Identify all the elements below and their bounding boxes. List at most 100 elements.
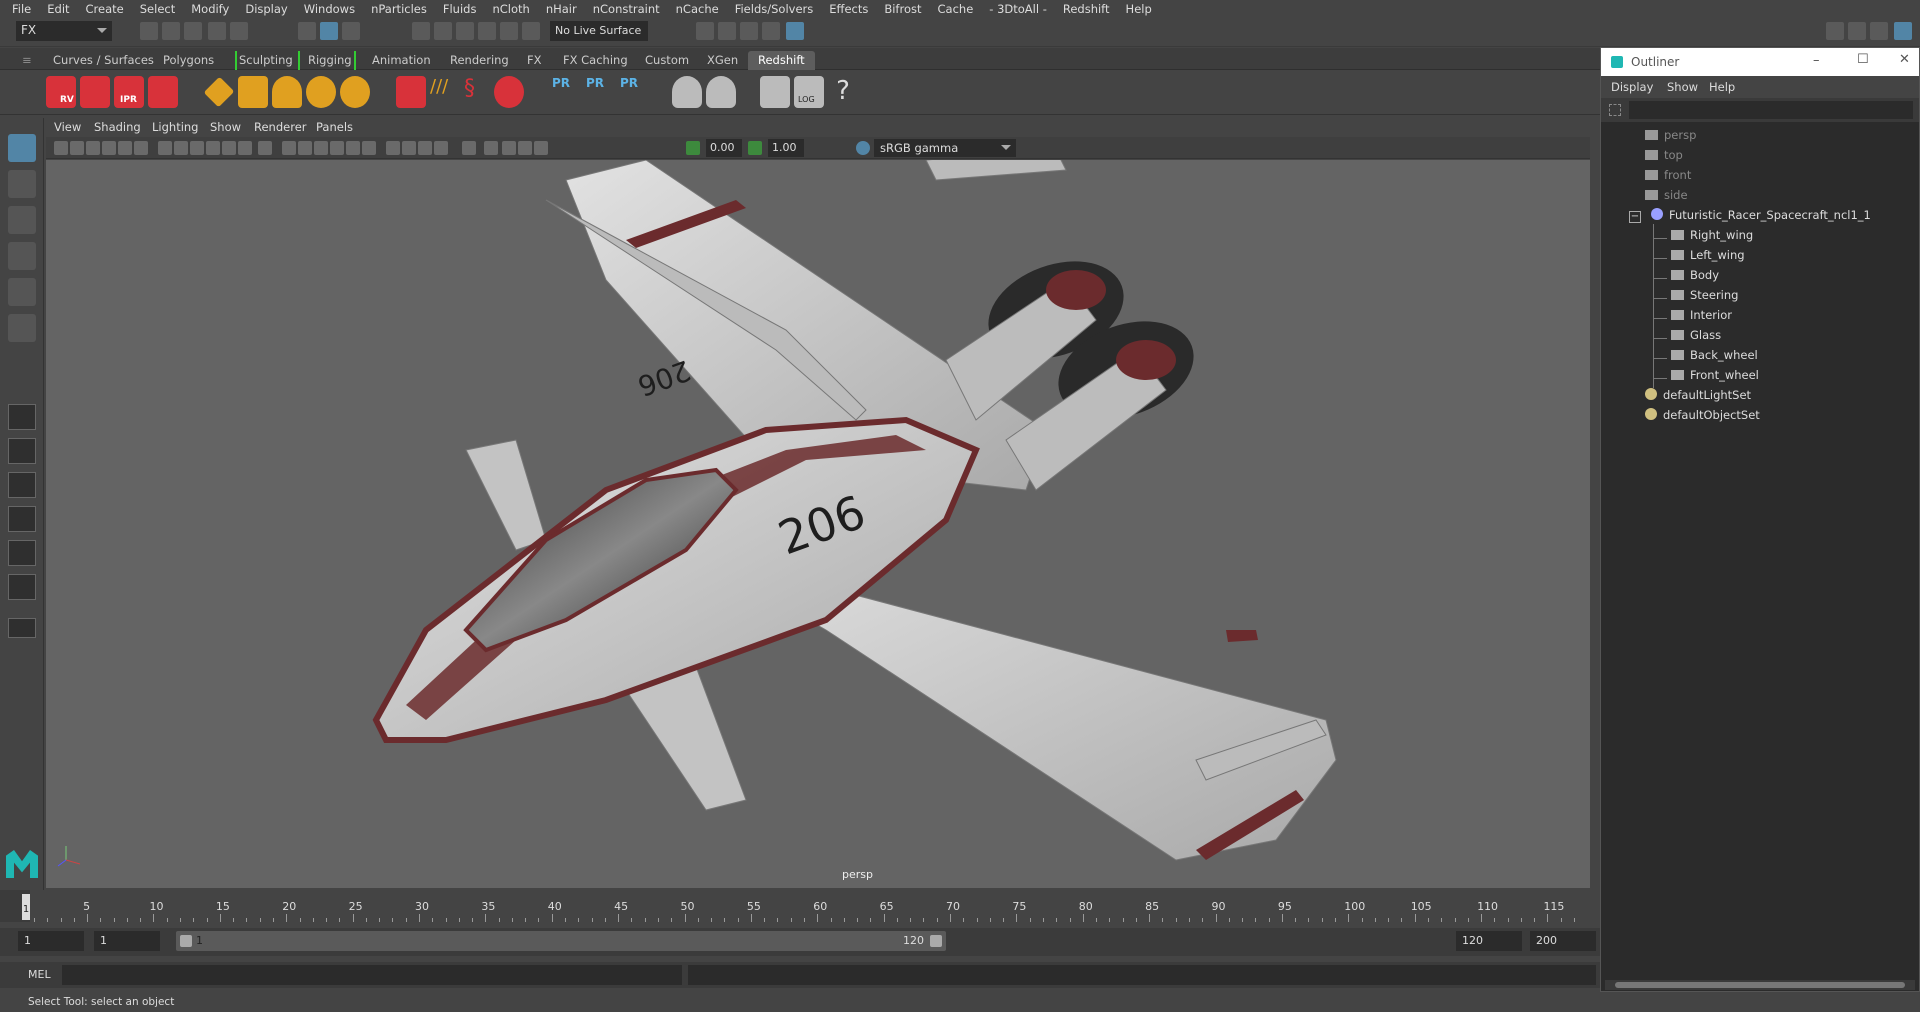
viewport-tool-icon[interactable] bbox=[134, 141, 148, 155]
ipr-render-icon[interactable] bbox=[718, 22, 736, 40]
save-scene-icon[interactable] bbox=[184, 22, 202, 40]
timeline-ruler[interactable]: 5 10 15 20 25 30 35 40 45 50 55 60 65 70 75 80 85 90 95 100… bbox=[30, 890, 1600, 922]
viewport-menu-panels[interactable]: Panels bbox=[316, 120, 353, 134]
shelf-menu-icon[interactable]: ≡ bbox=[22, 51, 32, 70]
end-time-field[interactable]: 200 bbox=[1530, 931, 1596, 951]
rs-ipr-icon[interactable]: IPR bbox=[114, 76, 144, 108]
tab-rigging[interactable]: Rigging bbox=[298, 51, 356, 70]
menu-nparticles[interactable]: nParticles bbox=[363, 2, 435, 16]
outliner-toggle-icon[interactable] bbox=[1848, 22, 1866, 40]
outliner-item[interactable]: Back_wheel bbox=[1671, 348, 1758, 368]
outliner-search-input[interactable] bbox=[1629, 101, 1913, 119]
outliner-item[interactable]: side bbox=[1645, 188, 1688, 208]
outliner-item[interactable]: defaultObjectSet bbox=[1645, 408, 1760, 428]
viewport-tool-icon[interactable] bbox=[118, 141, 132, 155]
rs-object-properties-icon[interactable] bbox=[672, 76, 702, 108]
rs-help-icon[interactable]: ? bbox=[828, 76, 858, 108]
viewport-menu-show[interactable]: Show bbox=[210, 120, 241, 134]
range-start-handle[interactable] bbox=[180, 935, 192, 947]
outliner-item[interactable]: − Futuristic_Racer_Spacecraft_ncl1_1 bbox=[1629, 208, 1871, 228]
viewport-tool-icon[interactable] bbox=[206, 141, 220, 155]
viewport-tool-icon[interactable] bbox=[402, 141, 416, 155]
outliner-item[interactable]: Body bbox=[1671, 268, 1719, 288]
menu-cache[interactable]: Cache bbox=[930, 2, 982, 16]
lasso-tool-icon[interactable] bbox=[8, 170, 36, 198]
rs-script-icon[interactable] bbox=[760, 76, 790, 108]
outliner-item[interactable]: Right_wing bbox=[1671, 228, 1753, 248]
outliner-item[interactable]: Left_wing bbox=[1671, 248, 1745, 268]
undo-icon[interactable] bbox=[208, 22, 226, 40]
move-tool-icon[interactable] bbox=[8, 242, 36, 270]
outliner-item[interactable]: Glass bbox=[1671, 328, 1721, 348]
menu-fluids[interactable]: Fluids bbox=[435, 2, 485, 16]
menu-nconstraint[interactable]: nConstraint bbox=[585, 2, 668, 16]
viewport-tool-icon[interactable] bbox=[330, 141, 344, 155]
outliner-item[interactable]: front bbox=[1645, 168, 1691, 188]
viewport-tool-icon[interactable] bbox=[462, 141, 476, 155]
snap-grid-icon[interactable] bbox=[412, 22, 430, 40]
select-by-object-icon[interactable] bbox=[320, 22, 338, 40]
tab-fx-caching[interactable]: FX Caching bbox=[563, 51, 628, 70]
tab-xgen[interactable]: XGen bbox=[707, 51, 738, 70]
snap-view-plane-icon[interactable] bbox=[478, 22, 496, 40]
open-scene-icon[interactable] bbox=[162, 22, 180, 40]
rs-visibility-icon[interactable] bbox=[706, 76, 736, 108]
menu-nhair[interactable]: nHair bbox=[538, 2, 585, 16]
menu-modify[interactable]: Modify bbox=[183, 2, 237, 16]
menu-file[interactable]: File bbox=[4, 2, 39, 16]
exposure-toggle-icon[interactable] bbox=[686, 141, 700, 155]
tab-sculpting[interactable]: Sculpting bbox=[235, 51, 293, 70]
attribute-editor-icon[interactable] bbox=[1894, 22, 1912, 40]
tab-redshift[interactable]: Redshift bbox=[748, 51, 815, 70]
outliner-item[interactable]: persp bbox=[1645, 128, 1696, 148]
snap-point-icon[interactable] bbox=[456, 22, 474, 40]
menu-3dtoall[interactable]: - 3DtoAll - bbox=[981, 2, 1055, 16]
color-management-icon[interactable] bbox=[856, 141, 870, 155]
outliner-item[interactable]: Steering bbox=[1671, 288, 1738, 308]
rs-render-settings-icon[interactable] bbox=[148, 76, 178, 108]
viewport-tool-icon[interactable] bbox=[518, 141, 532, 155]
menu-create[interactable]: Create bbox=[78, 2, 132, 16]
outliner-menu-show[interactable]: Show bbox=[1667, 80, 1698, 94]
scale-tool-icon[interactable] bbox=[8, 314, 36, 342]
anim-end-field[interactable]: 120 bbox=[1456, 931, 1522, 951]
menu-bifrost[interactable]: Bifrost bbox=[876, 2, 929, 16]
scrollbar-thumb[interactable] bbox=[1615, 982, 1905, 988]
viewport-tool-icon[interactable] bbox=[362, 141, 376, 155]
select-by-component-icon[interactable] bbox=[342, 22, 360, 40]
rs-spot-light-icon[interactable] bbox=[272, 76, 302, 108]
viewport-tool-icon[interactable] bbox=[386, 141, 400, 155]
rs-portal-light-icon[interactable] bbox=[238, 76, 268, 108]
filter-icon[interactable] bbox=[1609, 104, 1621, 116]
menu-set-selector[interactable]: FX bbox=[16, 21, 112, 41]
viewport-menu-lighting[interactable]: Lighting bbox=[152, 120, 198, 134]
viewport-tool-icon[interactable] bbox=[346, 141, 360, 155]
more-layouts-icon[interactable] bbox=[8, 618, 36, 638]
four-view-layout-icon[interactable] bbox=[8, 438, 36, 464]
rs-hair-icon[interactable]: /// bbox=[430, 76, 460, 108]
tab-fx[interactable]: FX bbox=[527, 51, 542, 70]
viewport-tool-icon[interactable] bbox=[222, 141, 236, 155]
menu-ncache[interactable]: nCache bbox=[668, 2, 727, 16]
viewport-tool-icon[interactable] bbox=[282, 141, 296, 155]
viewport-tool-icon[interactable] bbox=[190, 141, 204, 155]
render-view-icon[interactable] bbox=[786, 22, 804, 40]
rs-material-icon[interactable] bbox=[494, 76, 524, 108]
menu-display[interactable]: Display bbox=[237, 2, 295, 16]
viewport-persp[interactable]: 206 206 persp bbox=[46, 160, 1590, 888]
viewport-menu-view[interactable]: View bbox=[54, 120, 81, 134]
snap-curve-icon[interactable] bbox=[434, 22, 452, 40]
start-time-field[interactable]: 1 bbox=[18, 931, 84, 951]
viewport-tool-icon[interactable] bbox=[484, 141, 498, 155]
hypershade-layout-icon[interactable] bbox=[8, 540, 36, 566]
mel-input[interactable] bbox=[62, 965, 682, 985]
render-settings-icon[interactable] bbox=[740, 22, 758, 40]
rs-log-icon[interactable]: LOG bbox=[794, 76, 824, 108]
viewport-tool-icon[interactable] bbox=[102, 141, 116, 155]
time-slider[interactable]: 1 5 10 15 20 25 30 35 40 45 50 55 60 65 70 75 80 85 90 95 1… bbox=[0, 890, 1600, 922]
exposure-field[interactable]: 0.00 bbox=[706, 139, 742, 157]
current-frame-marker[interactable]: 1 bbox=[22, 894, 30, 920]
layout-icon[interactable] bbox=[1826, 22, 1844, 40]
viewport-tool-icon[interactable] bbox=[238, 141, 252, 155]
viewport-menu-renderer[interactable]: Renderer bbox=[254, 120, 307, 134]
